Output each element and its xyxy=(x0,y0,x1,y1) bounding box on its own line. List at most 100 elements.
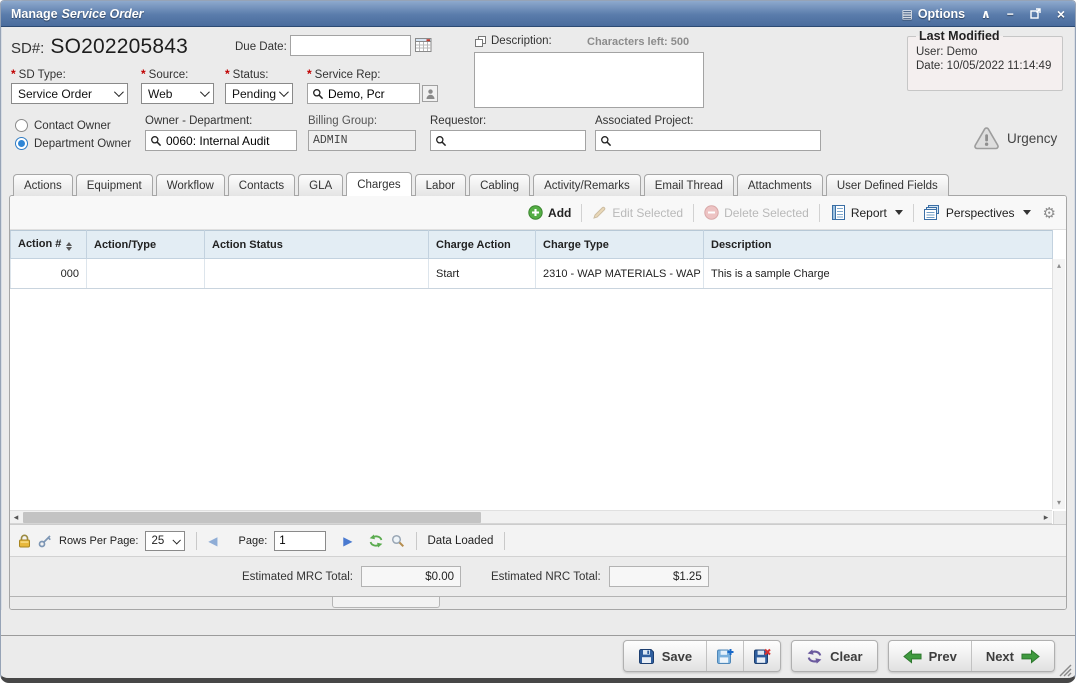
prev-page-button[interactable]: ◀ xyxy=(208,535,217,547)
col-action-type[interactable]: Action/Type xyxy=(87,231,205,259)
search-grid-icon[interactable] xyxy=(391,534,405,548)
horizontal-scrollbar[interactable]: ◂ ▸ xyxy=(10,510,1052,524)
service-rep-label: Service Rep: xyxy=(315,69,381,81)
add-button[interactable]: Add xyxy=(528,205,571,220)
save-button[interactable]: Save xyxy=(624,641,706,671)
next-page-button[interactable]: ▶ xyxy=(343,535,352,547)
col-charge-type[interactable]: Charge Type xyxy=(536,231,704,259)
sort-icon[interactable] xyxy=(66,242,72,251)
prev-button[interactable]: Prev xyxy=(889,641,971,671)
associated-project-label: Associated Project: xyxy=(595,115,693,127)
col-action-status[interactable]: Action Status xyxy=(205,231,429,259)
key-icon[interactable] xyxy=(38,534,52,548)
tab-workflow[interactable]: Workflow xyxy=(156,174,225,196)
required-marker: * xyxy=(307,67,312,81)
chevron-down-icon xyxy=(114,87,124,97)
scroll-down-icon[interactable]: ▾ xyxy=(1057,498,1061,507)
popout-button[interactable] xyxy=(1030,8,1041,19)
perspectives-button[interactable]: Perspectives xyxy=(924,205,1031,220)
prev-arrow-icon xyxy=(903,649,922,664)
save-new-floppy-icon xyxy=(716,648,734,665)
scrollbar-thumb[interactable] xyxy=(23,512,481,523)
report-icon xyxy=(830,205,846,220)
contact-owner-radio[interactable]: Contact Owner xyxy=(15,119,111,132)
refresh-icon[interactable] xyxy=(368,534,384,548)
table-row[interactable]: 000 Start 2310 - WAP MATERIALS - WAP MAT… xyxy=(11,259,1053,289)
next-button[interactable]: Next xyxy=(971,641,1054,671)
scroll-right-icon[interactable]: ▸ xyxy=(1040,511,1052,523)
page-number-input[interactable] xyxy=(274,531,326,551)
options-button[interactable]: ▤ Options xyxy=(901,7,965,21)
search-icon xyxy=(312,88,324,100)
collapse-button[interactable]: ∧ xyxy=(981,8,991,20)
window-title-prefix: Manage xyxy=(11,7,58,21)
report-button[interactable]: Report xyxy=(830,205,903,220)
tab-actions[interactable]: Actions xyxy=(13,174,73,196)
tab-cabling[interactable]: Cabling xyxy=(469,174,530,196)
rows-per-page-select[interactable]: 25 xyxy=(145,531,185,551)
estimated-nrc-label: Estimated NRC Total: xyxy=(491,571,601,583)
col-action-number[interactable]: Action # xyxy=(11,231,87,259)
scroll-left-icon[interactable]: ◂ xyxy=(10,511,22,523)
delete-selected-button[interactable]: Delete Selected xyxy=(704,205,809,220)
tab-strip: Actions Equipment Workflow Contacts GLA … xyxy=(9,169,1067,195)
required-marker: * xyxy=(11,67,16,81)
sd-type-select[interactable]: Service Order xyxy=(11,83,128,104)
tab-gla[interactable]: GLA xyxy=(298,174,343,196)
sd-number-label: SD#: xyxy=(11,40,44,57)
requestor-input[interactable] xyxy=(430,130,586,151)
divider xyxy=(913,204,914,222)
source-select[interactable]: Web xyxy=(141,83,214,104)
save-and-new-button[interactable] xyxy=(706,641,743,671)
search-icon xyxy=(150,135,162,147)
urgency-button[interactable]: Urgency xyxy=(973,127,1057,150)
lock-icon[interactable] xyxy=(18,534,31,548)
popout-icon xyxy=(1030,8,1041,19)
save-and-close-button[interactable] xyxy=(743,641,780,671)
due-date-input[interactable] xyxy=(290,35,411,56)
close-button[interactable]: × xyxy=(1057,7,1065,21)
associated-project-input[interactable] xyxy=(595,130,821,151)
status-select[interactable]: Pending xyxy=(225,83,293,104)
table-header-row: Action # Action/Type Action Status Charg… xyxy=(11,231,1053,259)
divider xyxy=(416,532,417,550)
gear-icon[interactable]: ⚙ xyxy=(1043,204,1056,222)
tab-user-defined-fields[interactable]: User Defined Fields xyxy=(826,174,949,196)
minimize-button[interactable]: − xyxy=(1007,8,1014,20)
vertical-scrollbar[interactable]: ▴▾ xyxy=(1052,259,1065,509)
tab-equipment[interactable]: Equipment xyxy=(76,174,153,196)
tab-contacts[interactable]: Contacts xyxy=(228,174,295,196)
estimated-nrc-value xyxy=(609,566,709,587)
resize-grip[interactable] xyxy=(1057,662,1072,677)
scroll-up-icon[interactable]: ▴ xyxy=(1057,261,1061,270)
person-picker-button[interactable] xyxy=(422,85,438,102)
col-charge-action[interactable]: Charge Action xyxy=(429,231,536,259)
expand-description-icon[interactable] xyxy=(475,36,486,47)
clear-button[interactable]: Clear xyxy=(792,641,877,671)
tab-area: Actions Equipment Workflow Contacts GLA … xyxy=(1,169,1075,610)
titlebar: Manage Service Order ▤ Options ∧ − × xyxy=(1,1,1075,27)
tab-activity-remarks[interactable]: Activity/Remarks xyxy=(533,174,641,196)
page-label: Page: xyxy=(239,535,268,547)
calendar-icon[interactable] xyxy=(415,37,432,52)
tab-email-thread[interactable]: Email Thread xyxy=(644,174,734,196)
search-icon xyxy=(600,135,612,147)
chevron-down-icon xyxy=(895,210,903,215)
source-label: Source: xyxy=(149,69,189,81)
cell-action-type xyxy=(87,259,205,289)
department-owner-radio[interactable]: Department Owner xyxy=(15,137,131,150)
last-modified-panel: Last Modified User: Demo Date: 10/05/202… xyxy=(907,29,1063,91)
last-modified-legend: Last Modified xyxy=(916,29,1003,43)
clear-refresh-icon xyxy=(806,649,823,664)
edit-selected-button[interactable]: Edit Selected xyxy=(592,205,683,220)
service-rep-input[interactable] xyxy=(307,83,420,104)
tab-charges[interactable]: Charges xyxy=(346,172,411,196)
owner-department-input[interactable] xyxy=(145,130,297,151)
grid-empty-area xyxy=(10,289,1066,510)
tab-labor[interactable]: Labor xyxy=(415,174,466,196)
description-textarea[interactable] xyxy=(474,52,704,108)
delete-icon xyxy=(704,205,719,220)
col-description[interactable]: Description xyxy=(704,231,1053,259)
charges-table: Action # Action/Type Action Status Charg… xyxy=(10,230,1053,289)
tab-attachments[interactable]: Attachments xyxy=(737,174,823,196)
